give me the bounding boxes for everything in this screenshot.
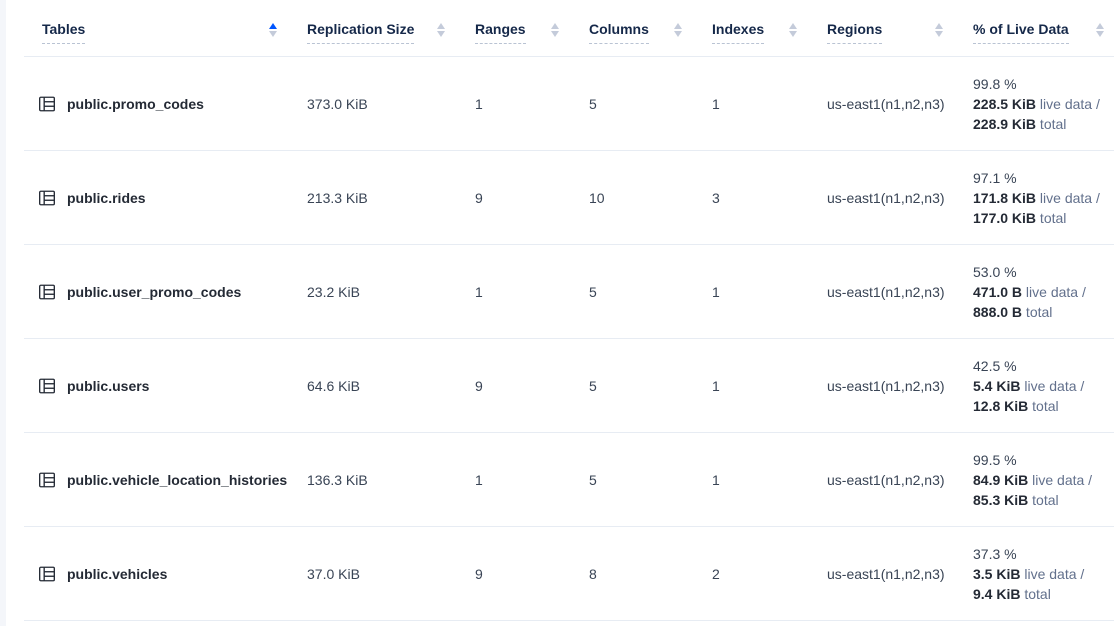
sort-icon <box>674 23 682 37</box>
sort-icon <box>789 23 797 37</box>
columns-cell: 5 <box>589 284 712 300</box>
column-header-label: Tables <box>42 21 85 44</box>
replication-size-cell: 213.3 KiB <box>307 190 475 206</box>
column-header-label: Columns <box>589 21 649 44</box>
live-data-amount: 471.0 B live data / <box>973 282 1114 302</box>
column-header-label: Ranges <box>475 21 526 44</box>
column-header-label: Indexes <box>712 21 764 44</box>
live-data-amount: 84.9 KiB live data / <box>973 470 1114 490</box>
indexes-cell: 1 <box>712 378 827 394</box>
ranges-cell: 9 <box>475 378 589 394</box>
live-data-cell: 99.8 % 228.5 KiB live data / 228.9 KiB t… <box>973 60 1114 148</box>
column-header-label: % of Live Data <box>973 21 1069 44</box>
columns-cell: 5 <box>589 472 712 488</box>
indexes-cell: 1 <box>712 284 827 300</box>
column-header-label: Regions <box>827 21 882 44</box>
replication-size-cell: 23.2 KiB <box>307 284 475 300</box>
live-data-cell: 97.1 % 171.8 KiB live data / 177.0 KiB t… <box>973 154 1114 242</box>
sort-icon <box>551 23 559 37</box>
live-data-percent: 42.5 % <box>973 356 1114 376</box>
live-data-percent: 53.0 % <box>973 262 1114 282</box>
table-row: public.users 64.6 KiB 9 5 1 us-east1(n1,… <box>24 339 1114 433</box>
live-data-percent: 99.5 % <box>973 450 1114 470</box>
table-icon <box>38 95 56 113</box>
indexes-cell: 3 <box>712 190 827 206</box>
column-header-regions[interactable]: Regions <box>827 21 973 44</box>
ranges-cell: 1 <box>475 472 589 488</box>
regions-cell: us-east1(n1,n2,n3) <box>827 472 973 488</box>
sort-icon <box>1096 23 1104 37</box>
replication-size-cell: 373.0 KiB <box>307 96 475 112</box>
sort-icon <box>269 23 277 37</box>
sort-icon <box>437 23 445 37</box>
column-header-ranges[interactable]: Ranges <box>475 21 589 44</box>
columns-cell: 10 <box>589 190 712 206</box>
table-name-link[interactable]: public.user_promo_codes <box>67 284 241 300</box>
live-data-cell: 37.3 % 3.5 KiB live data / 9.4 KiB total <box>973 530 1114 618</box>
column-header-live-data[interactable]: % of Live Data <box>973 21 1114 44</box>
live-data-percent: 97.1 % <box>973 168 1114 188</box>
live-data-amount: 5.4 KiB live data / <box>973 376 1114 396</box>
sort-icon <box>935 23 943 37</box>
table-row: public.promo_codes 373.0 KiB 1 5 1 us-ea… <box>24 57 1114 151</box>
table-name-link[interactable]: public.users <box>67 378 149 394</box>
table-icon <box>38 189 56 207</box>
columns-cell: 5 <box>589 378 712 394</box>
total-data-amount: 228.9 KiB total <box>973 114 1114 134</box>
table-row: public.user_promo_codes 23.2 KiB 1 5 1 u… <box>24 245 1114 339</box>
total-data-amount: 85.3 KiB total <box>973 490 1114 510</box>
live-data-cell: 99.5 % 84.9 KiB live data / 85.3 KiB tot… <box>973 436 1114 524</box>
ranges-cell: 9 <box>475 190 589 206</box>
replication-size-cell: 136.3 KiB <box>307 472 475 488</box>
table-icon <box>38 377 56 395</box>
table-name-link[interactable]: public.rides <box>67 190 146 206</box>
total-data-amount: 177.0 KiB total <box>973 208 1114 228</box>
ranges-cell: 9 <box>475 566 589 582</box>
live-data-percent: 37.3 % <box>973 544 1114 564</box>
columns-cell: 8 <box>589 566 712 582</box>
replication-size-cell: 64.6 KiB <box>307 378 475 394</box>
live-data-percent: 99.8 % <box>973 74 1114 94</box>
ranges-cell: 1 <box>475 96 589 112</box>
table-icon <box>38 283 56 301</box>
regions-cell: us-east1(n1,n2,n3) <box>827 190 973 206</box>
regions-cell: us-east1(n1,n2,n3) <box>827 96 973 112</box>
table-row: public.vehicles 37.0 KiB 9 8 2 us-east1(… <box>24 527 1114 621</box>
table-name-link[interactable]: public.vehicle_location_histories <box>67 472 287 488</box>
table-icon <box>38 565 56 583</box>
live-data-amount: 171.8 KiB live data / <box>973 188 1114 208</box>
total-data-amount: 12.8 KiB total <box>973 396 1114 416</box>
column-header-tables[interactable]: Tables <box>24 21 307 44</box>
indexes-cell: 1 <box>712 472 827 488</box>
table-icon <box>38 471 56 489</box>
table-name-link[interactable]: public.vehicles <box>67 566 167 582</box>
total-data-amount: 9.4 KiB total <box>973 584 1114 604</box>
ranges-cell: 1 <box>475 284 589 300</box>
tables-list: Tables Replication Size Ranges Columns I… <box>24 0 1114 621</box>
regions-cell: us-east1(n1,n2,n3) <box>827 378 973 394</box>
live-data-amount: 228.5 KiB live data / <box>973 94 1114 114</box>
page-background-edge <box>0 0 6 626</box>
replication-size-cell: 37.0 KiB <box>307 566 475 582</box>
columns-cell: 5 <box>589 96 712 112</box>
table-row: public.vehicle_location_histories 136.3 … <box>24 433 1114 527</box>
column-header-columns[interactable]: Columns <box>589 21 712 44</box>
table-row: public.rides 213.3 KiB 9 10 3 us-east1(n… <box>24 151 1114 245</box>
regions-cell: us-east1(n1,n2,n3) <box>827 566 973 582</box>
live-data-cell: 53.0 % 471.0 B live data / 888.0 B total <box>973 248 1114 336</box>
total-data-amount: 888.0 B total <box>973 302 1114 322</box>
table-name-link[interactable]: public.promo_codes <box>67 96 204 112</box>
live-data-cell: 42.5 % 5.4 KiB live data / 12.8 KiB tota… <box>973 342 1114 430</box>
live-data-amount: 3.5 KiB live data / <box>973 564 1114 584</box>
table-header-row: Tables Replication Size Ranges Columns I… <box>24 8 1114 57</box>
column-header-label: Replication Size <box>307 21 414 44</box>
indexes-cell: 2 <box>712 566 827 582</box>
indexes-cell: 1 <box>712 96 827 112</box>
column-header-replication-size[interactable]: Replication Size <box>307 21 475 44</box>
regions-cell: us-east1(n1,n2,n3) <box>827 284 973 300</box>
column-header-indexes[interactable]: Indexes <box>712 21 827 44</box>
